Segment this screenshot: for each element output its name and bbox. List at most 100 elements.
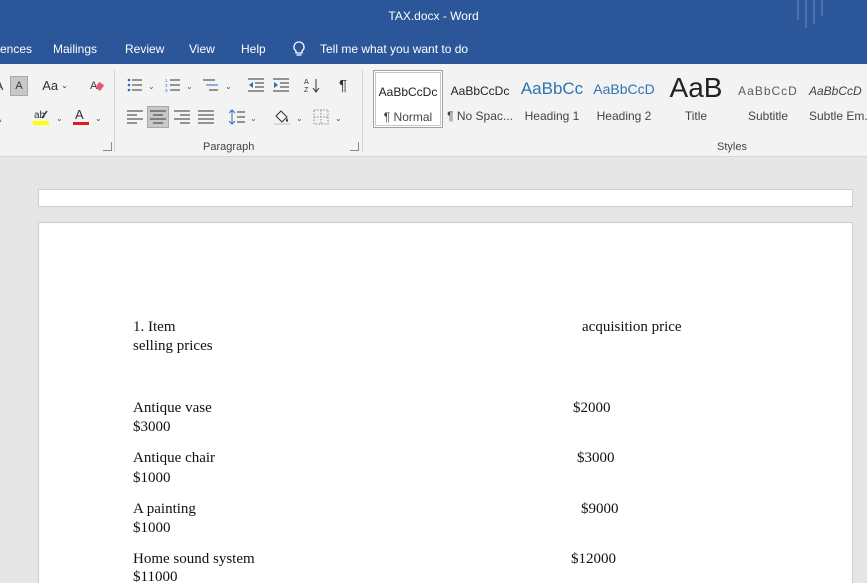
row-item: Antique chair: [133, 450, 216, 466]
clear-formatting-button[interactable]: A: [86, 74, 108, 96]
style-heading-1[interactable]: AaBbCc Heading 1: [517, 70, 587, 128]
row-acquisition: $9000: [581, 501, 619, 517]
style-subtitle[interactable]: AaBbCcD Subtitle: [733, 70, 803, 128]
font-size-decrease-button[interactable]: A: [10, 76, 28, 96]
paragraph-group-label: Paragraph: [203, 141, 255, 153]
indent-icon: [273, 78, 289, 92]
numbered-list-icon: 123: [165, 78, 180, 92]
highlighter-icon: ab: [33, 110, 49, 125]
row-selling: $1000: [133, 470, 171, 486]
style-subtle-emphasis[interactable]: AaBbCcD Subtle Em...: [805, 70, 867, 128]
style-heading-2[interactable]: AaBbCcD Heading 2: [589, 70, 659, 128]
outdent-icon: [248, 78, 264, 92]
bullets-button[interactable]: [124, 74, 146, 96]
row-item: Antique vase: [133, 400, 212, 416]
decrease-indent-button[interactable]: [245, 74, 267, 96]
style-no-spacing[interactable]: AaBbCcDc ¶ No Spac...: [445, 70, 515, 128]
row-selling: $1000: [133, 520, 171, 536]
increase-indent-button[interactable]: [270, 74, 292, 96]
style-preview: AaBbCc: [520, 79, 584, 98]
pilcrow-icon: ¶: [338, 76, 348, 94]
shading-button[interactable]: [271, 106, 293, 128]
align-right-button[interactable]: [171, 106, 193, 128]
line-spacing-icon: [229, 109, 245, 125]
font-color-button[interactable]: A: [70, 106, 92, 128]
style-label: Subtitle: [747, 109, 789, 123]
svg-text:3: 3: [165, 88, 168, 92]
tab-review[interactable]: Review: [125, 42, 164, 56]
ribbon-tabs: ences Mailings Review View Help Tell me …: [0, 32, 867, 64]
style-preview: AaB: [669, 72, 723, 103]
row-acquisition: $2000: [573, 400, 611, 416]
ribbon-separator: [114, 70, 115, 152]
font-size-increase-button[interactable]: A: [0, 74, 10, 96]
paint-bucket-icon: [274, 110, 290, 125]
align-center-button[interactable]: [147, 106, 169, 128]
header-item: 1. Item: [133, 319, 176, 335]
title-bar-decoration: [797, 0, 829, 28]
highlight-button[interactable]: ab: [30, 106, 52, 128]
align-center-icon: [150, 110, 166, 124]
line-spacing-button[interactable]: [226, 106, 248, 128]
style-preview: AaBbCcD: [593, 81, 655, 97]
style-preview: AaBbCcD: [809, 84, 862, 98]
lightbulb-icon: [293, 41, 305, 56]
font-dialog-launcher[interactable]: [103, 142, 112, 151]
tab-references[interactable]: ences: [0, 42, 32, 56]
text-effects-button[interactable]: A: [0, 106, 8, 128]
style-label: ¶ No Spac...: [447, 109, 513, 123]
tab-mailings[interactable]: Mailings: [53, 42, 97, 56]
row-item: Home sound system: [133, 551, 255, 567]
numbering-button[interactable]: 123: [162, 74, 184, 96]
row-selling: $11000: [133, 569, 178, 583]
style-label: Subtle Em...: [809, 109, 867, 123]
styles-group-label: Styles: [717, 141, 747, 153]
sort-button[interactable]: AZ: [301, 74, 323, 96]
multilevel-list-icon: [203, 79, 218, 91]
style-normal[interactable]: AaBbCcDc ¶ Normal: [373, 70, 443, 128]
style-label: ¶ Normal: [383, 110, 433, 124]
tab-help[interactable]: Help: [241, 42, 266, 56]
tab-view[interactable]: View: [189, 42, 215, 56]
header-selling-prices: selling prices: [133, 338, 213, 354]
borders-icon: [313, 109, 329, 125]
style-label: Heading 1: [524, 109, 580, 123]
tell-me-search[interactable]: Tell me what you want to do: [292, 40, 468, 58]
change-case-label: Aa: [42, 77, 59, 93]
tell-me-text: Tell me what you want to do: [320, 42, 469, 56]
style-label: Title: [684, 109, 708, 123]
svg-text:A: A: [304, 79, 309, 86]
styles-gallery: AaBbCcDc ¶ Normal AaBbCcDc ¶ No Spac... …: [371, 70, 867, 134]
multilevel-list-button[interactable]: [200, 74, 222, 96]
style-preview: AaBbCcDc: [378, 85, 438, 99]
align-right-icon: [174, 110, 190, 124]
align-left-icon: [127, 110, 143, 124]
header-acquisition-price: acquisition price: [582, 319, 682, 335]
eraser-icon: A: [90, 80, 105, 92]
show-formatting-marks-button[interactable]: ¶: [332, 74, 354, 96]
window-title: TAX.docx - Word: [388, 9, 479, 23]
font-color-icon: A: [73, 107, 89, 125]
justify-button[interactable]: [195, 106, 217, 128]
row-acquisition: $3000: [577, 450, 615, 466]
align-left-button[interactable]: [124, 106, 146, 128]
ribbon: A A Aa⌄ A A ab ⌄ A ⌄ ⌄ 123 ⌄ ⌄ AZ ¶: [0, 64, 867, 157]
style-title[interactable]: AaB Title: [661, 70, 731, 128]
row-selling: $3000: [133, 419, 171, 435]
previous-page: [38, 189, 853, 207]
title-bar: TAX.docx - Word: [0, 0, 867, 32]
ribbon-separator: [362, 70, 363, 152]
svg-text:Z: Z: [304, 87, 309, 93]
style-preview: AaBbCcD: [738, 84, 798, 98]
row-acquisition: $12000: [571, 551, 616, 567]
style-label: Heading 2: [596, 109, 652, 123]
sort-icon: AZ: [304, 79, 320, 93]
bullet-list-icon: [127, 78, 142, 92]
justify-icon: [198, 110, 214, 124]
borders-button[interactable]: [310, 106, 332, 128]
change-case-button[interactable]: Aa ⌄: [40, 74, 70, 96]
svg-text:A: A: [75, 107, 84, 122]
paragraph-dialog-launcher[interactable]: [350, 142, 359, 151]
style-preview: AaBbCcDc: [450, 84, 510, 98]
row-item: A painting: [133, 501, 196, 517]
